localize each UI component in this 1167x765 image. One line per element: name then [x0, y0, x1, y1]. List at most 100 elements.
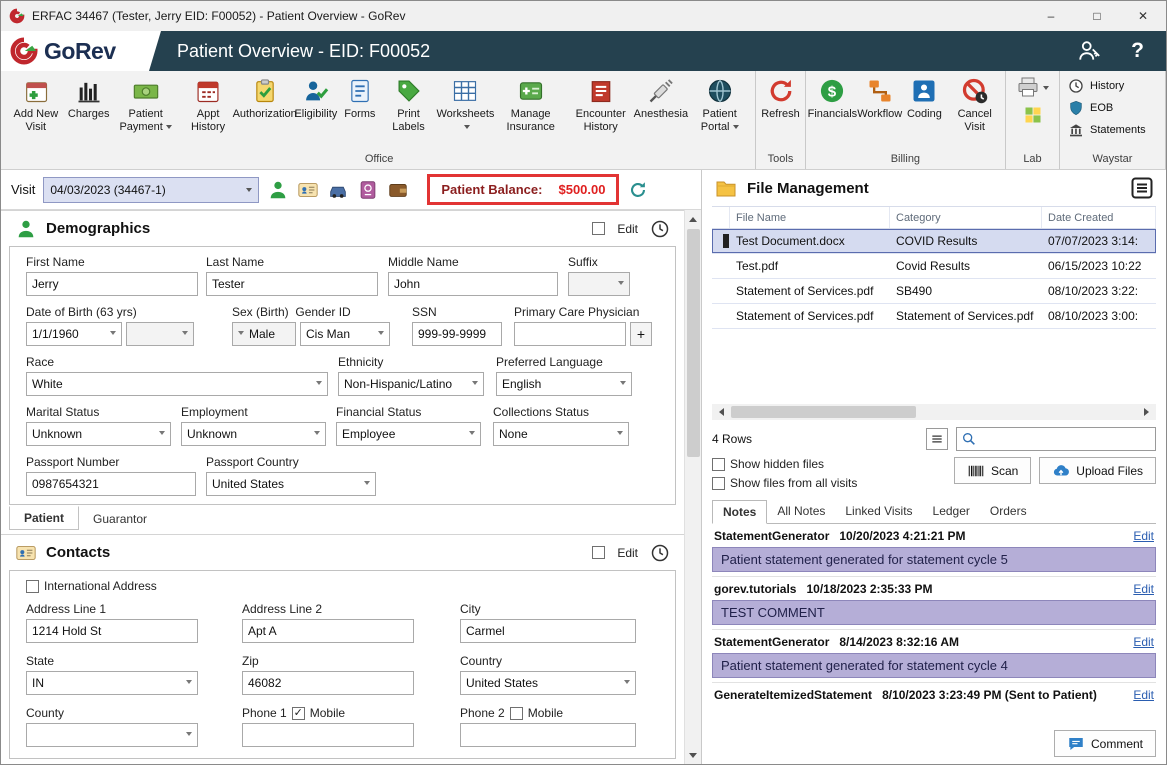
demographics-history-icon[interactable] [650, 219, 670, 239]
passport-number-input[interactable]: 0987654321 [26, 472, 196, 496]
tab-notes[interactable]: Notes [712, 500, 768, 524]
lab-print-button[interactable] [1016, 75, 1049, 99]
lab-panel-icon[interactable] [1023, 105, 1043, 125]
visit-selector[interactable]: 04/03/2023 (34467-1) [43, 176, 260, 203]
tab-guarantor[interactable]: Guarantor [79, 508, 161, 530]
state-select[interactable]: IN [26, 671, 198, 695]
note-edit-link[interactable]: Edit [1133, 582, 1154, 596]
financials-button[interactable]: $ Financials [808, 77, 857, 121]
show-all-visits-checkbox[interactable] [712, 476, 725, 490]
collections-status-select[interactable]: None [493, 422, 629, 446]
employment-select[interactable]: Unknown [181, 422, 326, 446]
phone2-input[interactable] [460, 723, 636, 747]
preferred-language-select[interactable]: English [496, 372, 632, 396]
encounter-history-button[interactable]: Encounter History [566, 77, 636, 134]
middle-name-input[interactable]: John [388, 272, 558, 296]
manage-insurance-button[interactable]: Manage Insurance [496, 77, 566, 134]
patient-payment-button[interactable]: Patient Payment [111, 77, 181, 134]
zip-input[interactable]: 46082 [242, 671, 414, 695]
sex-select[interactable]: Male [232, 322, 296, 346]
print-labels-button[interactable]: Print Labels [382, 77, 435, 134]
eligibility-button[interactable]: Eligibility [294, 77, 338, 121]
ssn-input[interactable]: 999-99-9999 [412, 322, 502, 346]
note-edit-link[interactable]: Edit [1133, 635, 1154, 649]
country-select[interactable]: United States [460, 671, 636, 695]
charges-button[interactable]: Charges [67, 77, 111, 121]
marital-status-select[interactable]: Unknown [26, 422, 171, 446]
tab-orders[interactable]: Orders [980, 500, 1037, 523]
pcp-input[interactable] [514, 322, 626, 346]
race-select[interactable]: White [26, 372, 328, 396]
passport-country-select[interactable]: United States [206, 472, 376, 496]
appt-history-button[interactable]: Appt History [181, 77, 236, 134]
add-new-visit-button[interactable]: Add New Visit [5, 77, 67, 134]
workflow-button[interactable]: Workflow [857, 77, 902, 121]
contacts-history-icon[interactable] [650, 543, 670, 563]
scroll-up-button[interactable] [685, 210, 702, 227]
suffix-select[interactable] [568, 272, 630, 296]
file-management-menu-icon[interactable] [1130, 176, 1154, 200]
minimize-button[interactable]: – [1028, 1, 1074, 31]
worksheets-button[interactable]: Worksheets [435, 77, 496, 134]
file-row[interactable]: Statement of Services.pdf SB490 08/10/20… [712, 279, 1156, 304]
column-date-created[interactable]: Date Created [1042, 207, 1156, 228]
county-select[interactable] [26, 723, 198, 747]
file-row[interactable]: Statement of Services.pdf Statement of S… [712, 304, 1156, 329]
refresh-button[interactable]: Refresh [758, 77, 803, 121]
comment-button[interactable]: Comment [1053, 730, 1156, 757]
add-pcp-button[interactable]: + [630, 322, 652, 346]
scroll-left-button[interactable] [712, 404, 729, 421]
upload-files-button[interactable]: Upload Files [1039, 457, 1156, 484]
patient-icon[interactable] [267, 179, 289, 201]
note-edit-link[interactable]: Edit [1133, 529, 1154, 543]
last-name-input[interactable]: Tester [206, 272, 378, 296]
refresh-balance-icon[interactable] [627, 179, 649, 201]
tab-linked-visits[interactable]: Linked Visits [835, 500, 922, 523]
dob-select[interactable]: 1/1/1960 [26, 322, 122, 346]
authorization-button[interactable]: Authorization [233, 77, 297, 121]
history-button[interactable]: History [1060, 75, 1165, 97]
ethnicity-select[interactable]: Non-Hispanic/Latino [338, 372, 484, 396]
dob-age-select[interactable] [126, 322, 194, 346]
phone1-input[interactable] [242, 723, 414, 747]
eob-button[interactable]: EOB [1060, 97, 1165, 119]
help-button[interactable]: ? [1131, 39, 1144, 63]
tab-patient[interactable]: Patient [9, 506, 80, 530]
first-name-input[interactable]: Jerry [26, 272, 198, 296]
patient-portal-button[interactable]: Patient Portal [686, 77, 753, 134]
scrollbar-thumb[interactable] [731, 406, 916, 418]
column-file-name[interactable]: File Name [730, 207, 890, 228]
demographics-edit-checkbox[interactable] [592, 222, 606, 235]
scan-button[interactable]: Scan [953, 457, 1032, 484]
note-edit-link[interactable]: Edit [1133, 688, 1154, 702]
passport-icon[interactable] [357, 179, 379, 201]
phone1-mobile-checkbox[interactable] [291, 706, 305, 720]
forms-button[interactable]: Forms [338, 77, 382, 121]
city-input[interactable]: Carmel [460, 619, 636, 643]
address2-input[interactable]: Apt A [242, 619, 414, 643]
phone2-mobile-checkbox[interactable] [509, 706, 523, 720]
cancel-visit-button[interactable]: Cancel Visit [946, 77, 1003, 134]
scroll-right-button[interactable] [1139, 404, 1156, 421]
show-hidden-files-checkbox[interactable] [712, 457, 725, 471]
anesthesia-button[interactable]: Anesthesia [634, 77, 688, 121]
statements-button[interactable]: Statements [1060, 119, 1165, 141]
user-access-icon[interactable] [1077, 38, 1103, 64]
international-address-checkbox[interactable] [26, 579, 39, 593]
tab-all-notes[interactable]: All Notes [767, 500, 835, 523]
address1-input[interactable]: 1214 Hold St [26, 619, 198, 643]
wallet-icon[interactable] [387, 179, 409, 201]
contacts-edit-checkbox[interactable] [592, 546, 606, 559]
close-button[interactable]: ✕ [1120, 1, 1166, 31]
gender-id-select[interactable]: Cis Man [300, 322, 390, 346]
scrollbar-thumb[interactable] [686, 229, 700, 457]
column-category[interactable]: Category [890, 207, 1042, 228]
maximize-button[interactable]: □ [1074, 1, 1120, 31]
contact-card-icon[interactable] [297, 179, 319, 201]
transport-icon[interactable] [327, 179, 349, 201]
file-row[interactable]: Test Document.docx COVID Results 07/07/2… [712, 229, 1156, 254]
coding-button[interactable]: Coding [902, 77, 946, 121]
search-input[interactable] [981, 432, 1151, 446]
financial-status-select[interactable]: Employee [336, 422, 481, 446]
tab-ledger[interactable]: Ledger [923, 500, 980, 523]
